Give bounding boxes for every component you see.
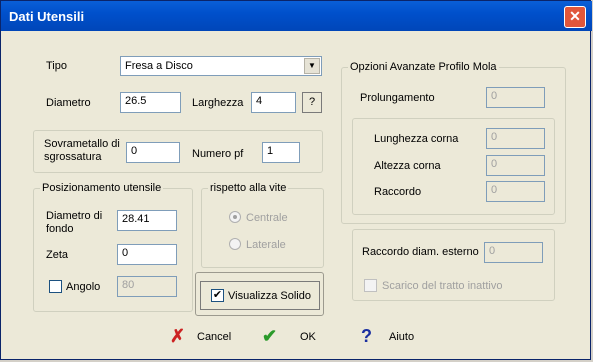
lunghezza-corna-field[interactable]: 0: [486, 128, 545, 149]
sovrametallo-label-line1: Sovrametallo di: [44, 138, 120, 150]
raccordo-field[interactable]: 0: [486, 181, 545, 202]
diametro-fondo-field[interactable]: 28.41: [117, 210, 177, 231]
zeta-field[interactable]: 0: [117, 244, 177, 265]
laterale-label: Laterale: [246, 239, 286, 251]
diam-fondo-label-line1: Diametro di: [46, 210, 103, 222]
larghezza-label: Larghezza: [192, 97, 244, 109]
visualizza-checkbox[interactable]: ✔: [211, 289, 224, 302]
raccordo-label: Raccordo: [374, 186, 422, 198]
rispetto-legend: rispetto alla vite: [208, 182, 289, 194]
opzioni-legend: Opzioni Avanzate Profilo Mola: [348, 61, 499, 73]
centrale-radio[interactable]: [229, 211, 241, 223]
angolo-checkbox[interactable]: [49, 280, 62, 293]
ok-button[interactable]: ✔ OK: [262, 326, 322, 348]
help-label: Aiuto: [389, 331, 415, 343]
tipo-select[interactable]: Fresa a Disco ▼: [120, 56, 322, 76]
tipo-label: Tipo: [46, 60, 67, 72]
diametro-label: Diametro: [46, 97, 91, 109]
centrale-label: Centrale: [246, 212, 288, 224]
window-title: Dati Utensili: [9, 9, 85, 24]
numero-pf-field[interactable]: 1: [262, 142, 300, 163]
tipo-value: Fresa a Disco: [125, 60, 193, 72]
larghezza-field[interactable]: 4: [251, 92, 296, 113]
rispetto-group: rispetto alla vite: [201, 182, 324, 268]
angolo-label: Angolo: [66, 281, 101, 293]
cancel-label: Cancel: [197, 331, 232, 343]
scarico-label: Scarico del tratto inattivo: [382, 280, 503, 292]
raccordo-diam-field[interactable]: 0: [484, 242, 543, 263]
posizionamento-legend: Posizionamento utensile: [40, 182, 164, 194]
altezza-corna-label: Altezza corna: [374, 160, 441, 172]
diametro-field[interactable]: 26.5: [120, 92, 181, 113]
ok-label: OK: [300, 331, 316, 343]
scarico-checkbox[interactable]: [364, 279, 377, 292]
laterale-radio[interactable]: [229, 238, 241, 250]
help-button[interactable]: ? Aiuto: [359, 326, 429, 348]
sovrametallo-field[interactable]: 0: [126, 142, 180, 163]
raccordo-diam-label: Raccordo diam. esterno: [362, 246, 479, 258]
help-icon: ?: [361, 326, 372, 346]
diam-fondo-label-line2: fondo: [46, 223, 74, 235]
dialog-window: Dati Utensili ✕ Tipo Fresa a Disco ▼ Dia…: [0, 0, 592, 360]
chevron-down-icon[interactable]: ▼: [304, 58, 320, 74]
cancel-button[interactable]: ✗ Cancel: [168, 326, 238, 348]
numero-pf-label: Numero pf: [192, 148, 244, 160]
prolungamento-field[interactable]: 0: [486, 87, 545, 108]
visualizza-label: Visualizza Solido: [228, 290, 311, 302]
prolungamento-label: Prolungamento: [360, 92, 435, 104]
zeta-label: Zeta: [46, 249, 69, 261]
larghezza-help-button[interactable]: ?: [302, 92, 322, 113]
lunghezza-corna-label: Lunghezza corna: [374, 133, 459, 145]
dialog-body: Tipo Fresa a Disco ▼ Diametro 26.5 Largh…: [4, 31, 589, 358]
close-button[interactable]: ✕: [564, 6, 586, 28]
title-bar[interactable]: Dati Utensili ✕: [1, 1, 592, 31]
altezza-corna-field[interactable]: 0: [486, 155, 545, 176]
cancel-icon: ✗: [170, 326, 186, 346]
angolo-field[interactable]: 80: [117, 276, 177, 297]
check-icon: ✔: [262, 326, 278, 346]
sovrametallo-label-line2: sgrossatura: [44, 151, 102, 163]
